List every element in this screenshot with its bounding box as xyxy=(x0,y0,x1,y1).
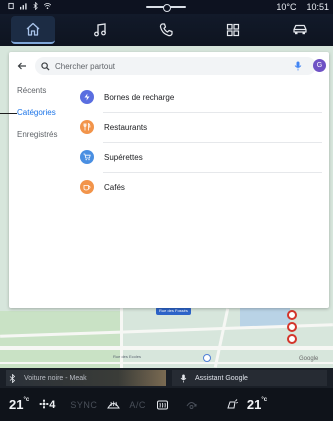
category-item-convenience[interactable]: Supérettes xyxy=(77,142,322,172)
map-park-area xyxy=(0,311,120,368)
map-street xyxy=(120,308,123,368)
tab-categories[interactable]: Catégories xyxy=(9,102,75,124)
clock: 10:51 xyxy=(306,2,329,12)
category-label: Bornes de recharge xyxy=(104,92,175,102)
ac-button[interactable]: A/C xyxy=(129,400,146,410)
route-markers xyxy=(287,310,299,350)
wifi-icon xyxy=(44,3,51,9)
passenger-temperature-value: 21 xyxy=(246,397,262,412)
restaurant-icon xyxy=(83,123,91,131)
home-icon xyxy=(26,22,40,36)
temperature-unit: °c xyxy=(23,397,30,403)
category-badge xyxy=(80,180,94,194)
rear-defrost-icon[interactable] xyxy=(156,398,169,411)
car-icon xyxy=(293,24,307,35)
top-nav xyxy=(0,14,333,46)
google-logo: Google xyxy=(299,356,319,362)
bluetooth-icon xyxy=(9,373,16,383)
temperature-unit: °c xyxy=(261,397,268,403)
assistant-label: Assistant Google xyxy=(195,374,248,382)
search-icon xyxy=(41,61,50,71)
seat-fan-icon[interactable] xyxy=(226,398,239,411)
fan-speed[interactable]: 4 xyxy=(39,399,55,411)
search-panel: G Récents Catégories Enregistrés Bornes … xyxy=(9,52,329,308)
category-label: Restaurants xyxy=(104,122,148,132)
nav-home-button[interactable] xyxy=(11,16,56,44)
notification-handle[interactable] xyxy=(146,4,186,12)
bluetooth-icon xyxy=(33,2,38,10)
nav-phone-button[interactable] xyxy=(144,16,188,44)
category-item-restaurants[interactable]: Restaurants xyxy=(77,112,322,142)
category-badge xyxy=(80,90,94,104)
media-widget[interactable]: Voiture noire - Meak xyxy=(6,370,166,386)
music-note-icon xyxy=(93,23,106,37)
outside-temperature: 10°C xyxy=(276,2,297,12)
route-marker xyxy=(287,334,297,344)
recirculation-icon[interactable] xyxy=(185,398,198,411)
nav-vehicle-button[interactable] xyxy=(278,16,322,44)
media-strip: Voiture noire - Meak Assistant Google xyxy=(0,368,333,388)
shopping-cart-icon xyxy=(83,153,91,161)
coffee-icon xyxy=(83,185,91,191)
category-label: Supérettes xyxy=(104,152,143,162)
microphone-icon[interactable] xyxy=(294,61,302,71)
passenger-temperature[interactable]: 21°c xyxy=(247,397,267,412)
status-icons xyxy=(8,2,51,10)
climate-bar: 21°c 4 SYNC A/C 21°c xyxy=(0,388,333,421)
search-input[interactable] xyxy=(55,61,275,71)
status-bar: 10°C 10:51 xyxy=(0,0,333,14)
microphone-icon xyxy=(180,374,187,382)
search-box[interactable] xyxy=(35,57,316,75)
fan-level-value: 4 xyxy=(49,398,56,411)
map-street xyxy=(0,346,333,350)
fan-icon xyxy=(39,399,49,408)
media-title: Voiture noire - Meak xyxy=(24,374,87,382)
category-item-charging[interactable]: Bornes de recharge xyxy=(77,82,322,112)
category-label: Cafés xyxy=(104,182,125,192)
avatar[interactable]: G xyxy=(313,59,326,72)
apps-grid-icon xyxy=(226,23,240,37)
map-pin-icon[interactable] xyxy=(203,354,211,362)
sync-button[interactable]: SYNC xyxy=(70,400,97,410)
windshield-defrost-icon[interactable] xyxy=(107,398,121,411)
category-list: Bornes de recharge Restaurants Supérette… xyxy=(77,82,322,202)
street-badge: Rue des Fossés xyxy=(156,307,191,315)
map-street xyxy=(0,362,333,364)
nav-music-button[interactable] xyxy=(78,16,122,44)
category-item-cafes[interactable]: Cafés xyxy=(77,172,322,202)
ev-charging-icon xyxy=(84,93,90,101)
route-marker xyxy=(287,322,297,332)
back-arrow-icon[interactable] xyxy=(17,61,27,71)
callout-line xyxy=(0,113,17,114)
phone-icon xyxy=(160,23,174,37)
nav-apps-button[interactable] xyxy=(211,16,255,44)
sim-icon xyxy=(8,2,14,10)
route-marker xyxy=(287,310,297,320)
signal-icon xyxy=(20,3,27,10)
driver-temperature-value: 21 xyxy=(9,397,24,412)
assistant-button[interactable]: Assistant Google xyxy=(172,370,327,386)
category-badge xyxy=(80,150,94,164)
side-tabs: Récents Catégories Enregistrés xyxy=(9,80,75,146)
category-badge xyxy=(80,120,94,134)
tab-recents[interactable]: Récents xyxy=(9,80,75,102)
driver-temperature[interactable]: 21°c xyxy=(9,397,29,412)
search-row: G xyxy=(9,52,329,80)
street-label: Rue des Ecoles xyxy=(113,354,142,359)
tab-saved[interactable]: Enregistrés xyxy=(9,124,75,146)
